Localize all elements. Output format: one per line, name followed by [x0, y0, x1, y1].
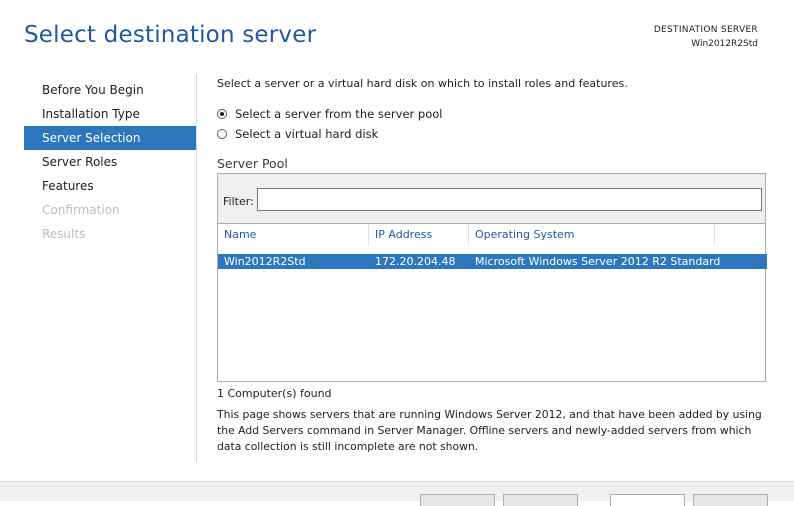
wizard-footer: [0, 481, 794, 506]
radio-server-pool[interactable]: Select a server from the server pool: [217, 106, 442, 122]
server-pool-grid: Filter: Name IP Address Operating System…: [217, 173, 767, 382]
cancel-button[interactable]: [693, 494, 768, 506]
column-header-ip-address[interactable]: IP Address: [369, 224, 469, 246]
cell-ip-address: 172.20.204.48: [375, 255, 456, 268]
intro-text: Select a server or a virtual hard disk o…: [217, 77, 628, 90]
page-title: Select destination server: [24, 22, 317, 48]
column-header-operating-system[interactable]: Operating System: [469, 224, 715, 246]
sidebar-item-confirmation: Confirmation: [42, 203, 120, 217]
filter-input[interactable]: [257, 188, 762, 211]
sidebar-item-server-roles[interactable]: Server Roles: [24, 150, 196, 174]
filter-label: Filter:: [223, 195, 254, 208]
radio-virtual-hard-disk[interactable]: Select a virtual hard disk: [217, 126, 378, 142]
table-row[interactable]: Win2012R2Std 172.20.204.48 Microsoft Win…: [218, 254, 767, 269]
column-header-name[interactable]: Name: [218, 224, 369, 246]
radio-virtual-hard-disk-label: Select a virtual hard disk: [235, 127, 379, 141]
computers-found-count: 1 Computer(s) found: [217, 387, 332, 400]
wizard-sidebar: Before You Begin Installation Type Serve…: [24, 78, 196, 246]
next-button[interactable]: [503, 494, 578, 506]
grid-header: Name IP Address Operating System: [218, 224, 765, 246]
radio-button-checked[interactable]: [217, 109, 227, 119]
previous-button[interactable]: [420, 494, 495, 506]
server-pool-title: Server Pool: [217, 156, 288, 171]
destination-server-label: DESTINATION SERVER: [653, 25, 758, 35]
radio-button-unchecked[interactable]: [217, 129, 227, 139]
destination-server-name: Win2012R2Std: [691, 39, 758, 49]
description-text: This page shows servers that are running…: [217, 408, 762, 453]
sidebar-divider: [196, 74, 197, 462]
sidebar-item-before-you-begin[interactable]: Before You Begin: [24, 78, 196, 102]
radio-server-pool-label: Select a server from the server pool: [235, 107, 443, 121]
cell-operating-system: Microsoft Windows Server 2012 R2 Standar…: [475, 255, 721, 268]
cell-name: Win2012R2Std: [224, 255, 306, 268]
sidebar-item-results: Results: [42, 227, 86, 241]
install-button[interactable]: [610, 494, 685, 506]
sidebar-item-server-selection[interactable]: Server Selection: [24, 126, 196, 150]
destination-server-info: DESTINATION SERVER Win2012R2Std: [654, 23, 758, 51]
sidebar-item-features[interactable]: Features: [24, 174, 196, 198]
filter-area: Filter:: [218, 174, 765, 224]
sidebar-item-installation-type[interactable]: Installation Type: [24, 102, 196, 126]
